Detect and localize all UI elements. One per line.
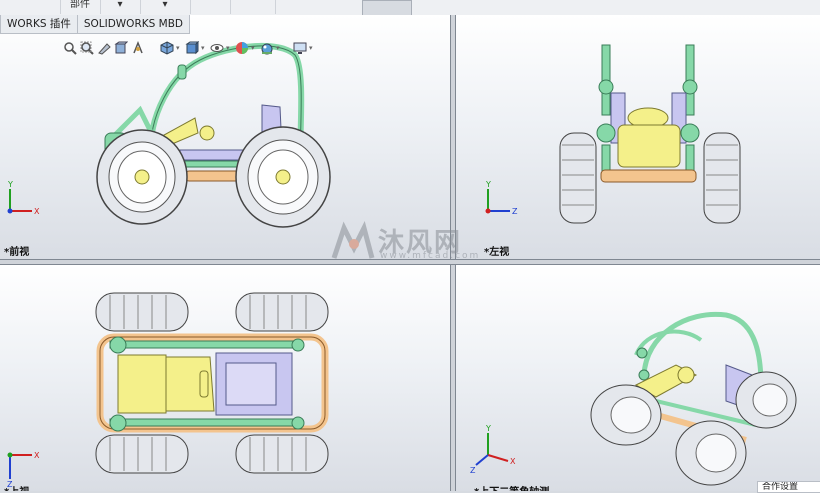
menu-item[interactable] xyxy=(190,0,231,14)
watermark-url: www.mfcad.com xyxy=(380,251,481,261)
menu-dropdown[interactable]: ▾ xyxy=(140,0,191,14)
triad-z-label: Z xyxy=(512,207,518,215)
viewport-top[interactable]: X Z *上视 xyxy=(0,265,450,491)
heads-up-view-toolbar: ▾ ▾ ▾ ▾ ▾ ▾ xyxy=(62,39,315,57)
triad-x-label: X xyxy=(510,457,516,466)
chevron-down-icon[interactable]: ▾ xyxy=(276,41,282,56)
viewport-label-isometric: *上下二等角轴测 xyxy=(474,483,549,491)
chevron-down-icon[interactable]: ▾ xyxy=(309,41,315,56)
dynamic-annotation-icon[interactable] xyxy=(130,41,145,56)
command-tabs: WORKS 插件 SOLIDWORKS MBD xyxy=(0,15,190,34)
hide-show-icon[interactable] xyxy=(209,41,224,56)
edit-appearance-icon[interactable] xyxy=(234,41,249,56)
display-style-icon[interactable] xyxy=(184,41,199,56)
chevron-down-icon[interactable]: ▾ xyxy=(251,41,257,56)
zoom-to-fit-icon[interactable] xyxy=(62,41,77,56)
viewport-label-front: *前视 xyxy=(4,247,30,258)
view-settings-icon[interactable] xyxy=(292,41,307,56)
previous-view-icon[interactable] xyxy=(96,41,111,56)
viewport-label-top: *上视 xyxy=(4,483,29,491)
view-orientation-icon[interactable] xyxy=(159,41,174,56)
triad-y-label: Y xyxy=(485,180,491,189)
menu-dropdown[interactable]: ▾ xyxy=(100,0,141,14)
axis-triad: Y X xyxy=(7,180,40,215)
axis-triad: Y X Z xyxy=(470,425,516,475)
viewport-isometric[interactable]: Y X Z *上下二等角轴测 xyxy=(456,265,820,491)
triad-y-label: Y xyxy=(485,425,491,433)
tab-solidworks-mbd[interactable]: SOLIDWORKS MBD xyxy=(76,15,190,34)
top-view-model xyxy=(95,292,329,474)
section-view-icon[interactable] xyxy=(113,41,128,56)
menu-item[interactable] xyxy=(230,0,276,14)
status-box[interactable]: 合作设置 xyxy=(757,481,820,493)
triad-y-label: Y xyxy=(7,180,13,189)
chevron-down-icon[interactable]: ▾ xyxy=(201,41,207,56)
command-manager-strip: 部件 ▾ ▾ xyxy=(0,0,820,16)
axis-triad: Y Z xyxy=(485,180,518,215)
tab-addins[interactable]: WORKS 插件 xyxy=(0,15,78,34)
active-command-button[interactable] xyxy=(362,0,412,16)
triad-x-label: X xyxy=(34,207,40,215)
chevron-down-icon[interactable]: ▾ xyxy=(226,41,232,56)
watermark: 沐风网 www.mfcad.com xyxy=(330,220,490,270)
menu-item-assembly[interactable]: 部件 xyxy=(60,0,101,14)
chevron-down-icon[interactable]: ▾ xyxy=(176,41,182,56)
triad-x-label: X xyxy=(34,451,40,460)
watermark-logo-icon xyxy=(331,220,375,259)
viewport-left[interactable]: Y Z *左视 xyxy=(456,15,820,259)
apply-scene-icon[interactable] xyxy=(259,41,274,56)
menu-item[interactable] xyxy=(0,0,61,14)
left-view-model xyxy=(559,44,741,224)
zoom-area-icon[interactable] xyxy=(79,41,94,56)
axis-triad: X Z xyxy=(7,451,40,487)
triad-z-label: Z xyxy=(470,466,476,475)
